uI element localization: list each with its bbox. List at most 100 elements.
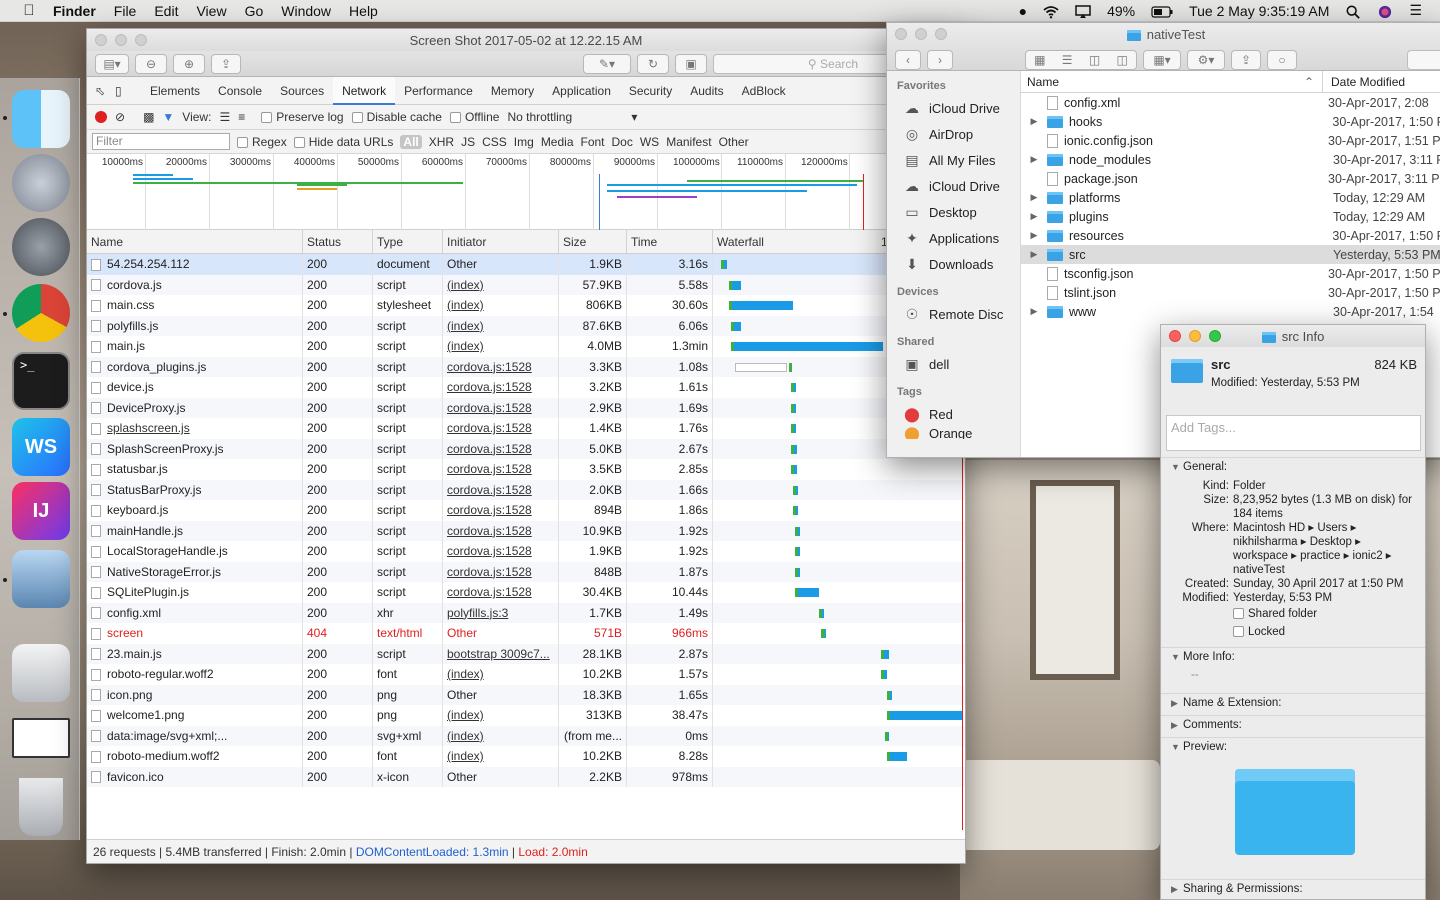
filter-input[interactable]: Filter: [92, 133, 230, 150]
col-name[interactable]: Name ⌃: [1021, 71, 1323, 92]
column-view-icon[interactable]: ◫: [1089, 53, 1100, 67]
sidebar-item-airdrop[interactable]: ◎ AirDrop: [887, 121, 1020, 147]
cell-initiator[interactable]: Other: [443, 684, 559, 705]
table-row[interactable]: config.xml 200 xhr polyfills.js:3 1.7KB 1.49s: [87, 602, 965, 623]
cell-initiator[interactable]: (index): [443, 725, 559, 746]
list-view-icon[interactable]: ☰: [1062, 53, 1073, 67]
sidebar-item-desktop[interactable]: ▭ Desktop: [887, 199, 1020, 225]
table-row[interactable]: 23.main.js 200 script bootstrap 3009c7... 28…: [87, 643, 965, 664]
menu-go[interactable]: Go: [236, 3, 273, 19]
table-row[interactable]: cordova.js 200 script (index) 57.9KB 5.58s: [87, 274, 965, 295]
cell-initiator[interactable]: cordova.js:1528: [443, 500, 559, 521]
cell-initiator[interactable]: (index): [443, 274, 559, 295]
table-row[interactable]: roboto-medium.woff2 200 font (index) 10.2KB 8…: [87, 746, 965, 767]
type-filter-img[interactable]: Img: [514, 135, 534, 149]
table-row[interactable]: main.js 200 script (index) 4.0MB 1.3min: [87, 336, 965, 357]
trash-icon[interactable]: [19, 778, 63, 836]
table-row[interactable]: mainHandle.js 200 script cordova.js:1528 10.…: [87, 520, 965, 541]
hide-data-urls-checkbox[interactable]: Hide data URLs: [293, 135, 393, 149]
back-icon[interactable]: ‹: [895, 50, 921, 70]
table-row[interactable]: SplashScreenProxy.js 200 script cordova.js:…: [87, 438, 965, 459]
tab-application[interactable]: Application: [543, 77, 620, 105]
rotate-icon[interactable]: ↻: [637, 53, 669, 74]
spotlight-search-icon[interactable]: [1337, 2, 1369, 19]
file-row[interactable]: ▶ node_modules 30-Apr-2017, 3:11 P: [1021, 150, 1440, 169]
general-section-toggle[interactable]: ▼ General:: [1161, 457, 1425, 473]
disclosure-triangle-icon[interactable]: ▶: [1027, 116, 1041, 127]
minimized-window-thumbnail[interactable]: [12, 718, 70, 758]
type-filter-all[interactable]: All: [400, 134, 422, 149]
disclosure-triangle-icon[interactable]: ▶: [1027, 230, 1041, 241]
sidebar-item-all-my-files[interactable]: ▤ All My Files: [887, 147, 1020, 173]
table-row[interactable]: icon.png 200 png Other 18.3KB 1.65s: [87, 684, 965, 705]
table-row[interactable]: main.css 200 stylesheet (index) 806KB 30.60s: [87, 295, 965, 316]
cell-initiator[interactable]: Other: [443, 623, 559, 644]
filter-funnel-icon[interactable]: ▼: [162, 110, 174, 124]
file-row[interactable]: ionic.config.json 30-Apr-2017, 1:51 P: [1021, 131, 1440, 150]
share-icon[interactable]: ⇪: [211, 53, 241, 74]
table-row[interactable]: cordova_plugins.js 200 script cordova.js:15…: [87, 356, 965, 377]
forward-icon[interactable]: ›: [927, 50, 953, 70]
disclosure-triangle-icon[interactable]: ▶: [1027, 154, 1041, 165]
cell-initiator[interactable]: cordova.js:1528: [443, 561, 559, 582]
menu-view[interactable]: View: [187, 3, 235, 19]
tab-adblock[interactable]: AdBlock: [733, 77, 795, 105]
type-filter-doc[interactable]: Doc: [612, 135, 633, 149]
notification-moon-icon[interactable]: ●: [1011, 3, 1035, 19]
type-filter-media[interactable]: Media: [541, 135, 574, 149]
cell-initiator[interactable]: cordova.js:1528: [443, 377, 559, 398]
table-row[interactable]: statusbar.js 200 script cordova.js:1528 3.5K…: [87, 459, 965, 480]
col-initiator[interactable]: Initiator: [443, 230, 559, 253]
zoom-out-icon[interactable]: ⊖: [135, 53, 167, 74]
apple-icon[interactable]: : [14, 2, 44, 19]
minimize-button[interactable]: [115, 34, 127, 46]
table-row[interactable]: 54.254.254.112 200 document Other 1.9KB 3.16s: [87, 254, 965, 275]
zoom-button[interactable]: [135, 34, 147, 46]
file-row[interactable]: ▶ src Yesterday, 5:53 PM: [1021, 245, 1440, 264]
sidebar-toggle-icon[interactable]: ▤▾: [95, 53, 129, 74]
cell-initiator[interactable]: cordova.js:1528: [443, 479, 559, 500]
disable-cache-checkbox[interactable]: Disable cache: [351, 110, 442, 124]
locked-checkbox[interactable]: Locked: [1233, 625, 1413, 639]
cell-initiator[interactable]: cordova.js:1528: [443, 397, 559, 418]
regex-checkbox[interactable]: Regex: [237, 135, 287, 149]
table-row[interactable]: data:image/svg+xml;... 200 svg+xml (index) (…: [87, 725, 965, 746]
wifi-icon[interactable]: [1035, 2, 1067, 19]
tab-sources[interactable]: Sources: [271, 77, 333, 105]
file-row[interactable]: ▶ hooks 30-Apr-2017, 1:50 P: [1021, 112, 1440, 131]
close-button[interactable]: [895, 28, 907, 40]
table-row[interactable]: splashscreen.js 200 script cordova.js:1528 1…: [87, 418, 965, 439]
cell-initiator[interactable]: (index): [443, 336, 559, 357]
type-filter-manifest[interactable]: Manifest: [666, 135, 711, 149]
device-toolbar-icon[interactable]: ▯: [115, 84, 129, 98]
add-tags-input[interactable]: Add Tags...: [1166, 415, 1421, 451]
table-row[interactable]: keyboard.js 200 script cordova.js:1528 894B 1…: [87, 500, 965, 521]
cell-initiator[interactable]: Other: [443, 254, 559, 275]
table-row[interactable]: favicon.ico 200 x-icon Other 2.2KB 978ms: [87, 766, 965, 787]
clock[interactable]: Tue 2 May 9:35:19 AM: [1181, 3, 1337, 19]
battery-percent[interactable]: 49%: [1099, 3, 1143, 19]
cell-initiator[interactable]: polyfills.js:3: [443, 602, 559, 623]
sidebar-item-tag-orange[interactable]: ⬤ Orange: [887, 427, 1020, 439]
preserve-log-checkbox[interactable]: Preserve log: [261, 110, 344, 124]
cell-initiator[interactable]: cordova.js:1528: [443, 582, 559, 603]
battery-icon[interactable]: [1143, 2, 1181, 18]
siri-icon[interactable]: [1369, 2, 1401, 18]
table-row[interactable]: screen 404 text/html Other 571B 966ms: [87, 623, 965, 644]
close-button[interactable]: [1169, 330, 1181, 342]
zoom-button[interactable]: [935, 28, 947, 40]
view-mode-segmented[interactable]: ▦ ☰ ◫ ◫: [1025, 50, 1137, 70]
more-info-toggle[interactable]: ▼ More Info:: [1161, 647, 1425, 663]
col-name[interactable]: Name: [87, 230, 303, 253]
sidebar-item-remote-disc[interactable]: ☉ Remote Disc: [887, 301, 1020, 327]
sidebar-item-dell[interactable]: ▣ dell: [887, 351, 1020, 377]
menu-app[interactable]: Finder: [44, 3, 105, 19]
sharing-permissions-toggle[interactable]: ▶ Sharing & Permissions:: [1161, 879, 1425, 895]
col-type[interactable]: Type: [373, 230, 443, 253]
menu-edit[interactable]: Edit: [145, 3, 187, 19]
disclosure-triangle-icon[interactable]: ▶: [1027, 306, 1041, 317]
share-icon[interactable]: ⇪: [1231, 50, 1261, 70]
sidebar-item-icloud-drive[interactable]: ☁ iCloud Drive: [887, 95, 1020, 121]
col-date-modified[interactable]: Date Modified: [1323, 71, 1405, 92]
table-row[interactable]: device.js 200 script cordova.js:1528 3.2KB 1.…: [87, 377, 965, 398]
